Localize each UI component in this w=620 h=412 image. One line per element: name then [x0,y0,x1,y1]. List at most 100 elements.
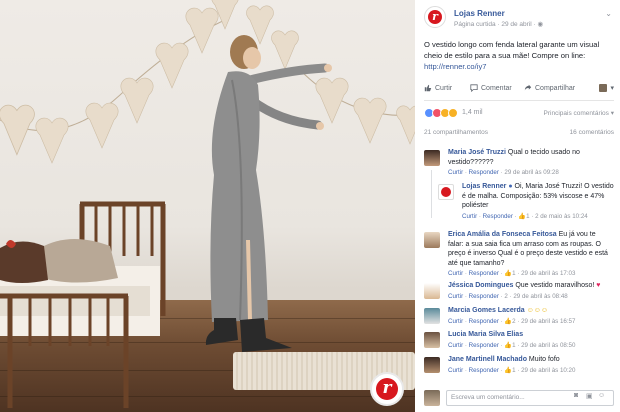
commenter-avatar[interactable] [424,357,440,373]
like-count-icon: 👍 [504,341,513,349]
caret-down-icon: ▾ [610,85,614,92]
renner-logo-badge: r [370,372,404,406]
comment-meta: Curtir · Responder · 👍1 · 29 de abril às… [448,341,576,349]
commenter-name[interactable]: Lojas Renner [462,183,506,190]
post-link[interactable]: http://renner.co/iy7 [424,62,486,71]
like-label: Curtir [435,84,453,92]
comment-button[interactable]: Comentar [470,84,512,92]
commenter-name[interactable]: Erica Amália da Fonseca Feitosa [448,231,557,238]
like-count-icon: 👍 [518,212,527,220]
comment-input-placeholder: Escreva um comentário... [451,394,525,401]
comment-text: Que vestido maravilhoso! [515,282,595,289]
comment-like-link[interactable]: Curtir [448,169,463,176]
comment-sort-dropdown[interactable]: Principais comentários ▾ [544,109,614,117]
share-as-selector[interactable]: ▾ [599,84,614,92]
post-text: O vestido longo com fenda lateral garant… [424,39,612,72]
share-count[interactable]: 21 compartilhamentos [424,129,488,136]
reply-thread-line [431,170,432,218]
renner-r-icon: r [376,378,398,400]
comment-like-link[interactable]: Curtir [448,367,463,374]
page-reply-avatar[interactable] [438,184,454,200]
post-photo[interactable]: r [0,0,415,412]
post-header: r Lojas Renner Página curtida · 29 de ab… [424,6,614,34]
haha-reaction-icon [448,108,458,118]
comment-meta: Curtir · Responder · 👍1 · 2 de maio às 1… [462,212,588,220]
comment-count[interactable]: 16 comentários [570,129,614,136]
post-body-text: O vestido longo com fenda lateral garant… [424,40,600,60]
commenter-avatar[interactable] [424,150,440,166]
user-avatar-icon [599,84,608,92]
commenter-name[interactable]: Maria José Truzzi [448,149,506,156]
comment-label: Comentar [481,84,512,92]
reply-count[interactable]: 2 [504,293,507,300]
comment-meta: Curtir · Responder · 👍1 · 29 de abril às… [448,270,576,277]
like-count-icon: 👍 [504,317,513,325]
comment-sort-label: Principais comentários [543,110,609,117]
wooden-bed [0,201,166,408]
commenter-avatar[interactable] [424,308,440,324]
camera-icon[interactable]: ◙ [574,392,578,399]
commenter-name[interactable]: Marcia Gomes Lacerda [448,307,525,314]
commenter-avatar[interactable] [424,283,440,299]
comment-reply-link[interactable]: Responder [469,293,499,300]
commenter-name[interactable]: Jéssica Domingues [448,282,513,289]
like-button[interactable]: Curtir [424,84,452,92]
facebook-photo-viewer: r r Lojas Renner Página curtida · 29 de … [0,0,620,412]
comment-time[interactable]: 29 de abril às 08:48 [513,293,567,300]
commenter-avatar[interactable] [424,332,440,348]
comment-like-count[interactable]: 1 [526,213,529,220]
comment-text: Muito fofo [528,356,560,363]
smile-emoji-icon: ☺☺☺ [526,307,549,314]
comment-like-count[interactable]: 1 [512,367,515,374]
post-meta-text: Página curtida · 29 de abril · [454,21,536,28]
reaction-count[interactable]: 1,4 mil [462,109,483,116]
comment-like-count[interactable]: 1 [512,270,515,277]
post-actions: Curtir Comentar Compartilhar ▾ [424,84,614,98]
comment-meta: Curtir · Responder · 29 de abril às 09:2… [448,169,559,176]
comment-reply-link[interactable]: Responder [483,213,513,220]
commenter-avatar[interactable] [424,232,440,248]
gif-icon[interactable]: ▣ [586,392,593,400]
comment-time[interactable]: 29 de abril às 09:28 [504,169,558,176]
chevron-down-icon[interactable]: ⌄ [605,9,612,18]
comment-time[interactable]: 29 de abril às 16:57 [521,318,575,325]
sticker-icon[interactable]: ☺ [598,392,605,399]
comment-reply-link[interactable]: Responder [469,342,499,349]
comment-reply-link[interactable]: Responder [469,169,499,176]
comment-like-link[interactable]: Curtir [448,318,463,325]
reactions-row: 1,4 mil Principais comentários ▾ [424,108,614,122]
share-icon [524,84,532,91]
current-user-avatar [424,390,440,406]
commenter-name[interactable]: Jane Martinell Machado [448,356,527,363]
page-avatar[interactable]: r [424,6,446,28]
comment-like-count[interactable]: 2 [512,318,515,325]
comment-like-link[interactable]: Curtir [448,270,463,277]
page-name-link[interactable]: Lojas Renner [454,9,505,18]
share-button[interactable]: Compartilhar [524,84,575,92]
globe-icon: ◉ [537,21,544,28]
thumbs-up-icon [424,84,432,92]
share-count-row: 21 compartilhamentos 16 comentários [424,129,614,136]
comment-time[interactable]: 2 de maio às 10:24 [535,213,588,220]
comment-composer: Escreva um comentário... ◙ ▣ ☺ [424,388,616,408]
comment-time[interactable]: 29 de abril às 08:50 [521,342,575,349]
comment-meta: Curtir · Responder · 👍1 · 29 de abril às… [448,366,576,374]
heart-emoji-icon: ♥ [596,282,601,289]
comment-time[interactable]: 29 de abril às 10:20 [521,367,575,374]
comment-meta: Curtir · Responder · 👍2 · 29 de abril às… [448,317,576,325]
comment-like-count[interactable]: 1 [512,342,515,349]
renner-r-icon: r [428,10,442,24]
comment-reply-link[interactable]: Responder [469,270,499,277]
post-sidebar: r Lojas Renner Página curtida · 29 de ab… [415,0,620,412]
comment-reply-link[interactable]: Responder [469,318,499,325]
comment-like-link[interactable]: Curtir [448,342,463,349]
comment-like-link[interactable]: Curtir [448,293,463,300]
comment-like-link[interactable]: Curtir [462,213,477,220]
divider [424,100,614,101]
comment-reply-link[interactable]: Responder [469,367,499,374]
renner-r-icon [441,187,451,197]
commenter-name[interactable]: Lucia Maria Silva Elias [448,331,523,338]
like-count-icon: 👍 [504,270,513,277]
comment-time[interactable]: 29 de abril às 17:03 [521,270,575,277]
post-meta: Página curtida · 29 de abril · ◉ [454,20,543,28]
